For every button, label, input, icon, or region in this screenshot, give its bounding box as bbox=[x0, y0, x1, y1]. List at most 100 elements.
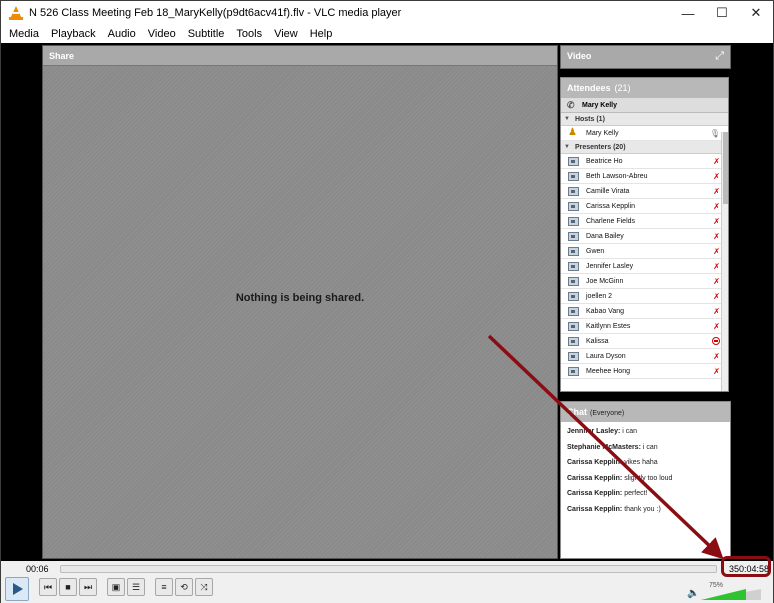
presenter-icon bbox=[568, 276, 579, 286]
presenter-row[interactable]: Dana Bailey ✗ bbox=[561, 229, 728, 244]
presenter-row[interactable]: Camille Virata ✗ bbox=[561, 184, 728, 199]
menu-subtitle[interactable]: Subtitle bbox=[182, 25, 231, 43]
volume-percent: 75% bbox=[709, 582, 724, 589]
presenter-row[interactable]: Charlene Fields ✗ bbox=[561, 214, 728, 229]
random-button[interactable]: ⤨ bbox=[195, 578, 213, 596]
mic-muted-icon: ✗ bbox=[713, 202, 720, 211]
presenter-row[interactable]: Gwen ✗ bbox=[561, 244, 728, 259]
presenter-row[interactable]: joellen 2 ✗ bbox=[561, 289, 728, 304]
menu-media[interactable]: Media bbox=[3, 25, 45, 43]
chat-sender: Carissa Kepplin: bbox=[567, 490, 623, 497]
attendee-name: Beatrice Ho bbox=[586, 157, 623, 165]
mic-muted-icon: ✗ bbox=[713, 187, 720, 196]
microphone-icon: 🎙 bbox=[709, 129, 720, 138]
mic-muted-icon: ✗ bbox=[713, 292, 720, 301]
phone-icon: ✆ bbox=[567, 100, 575, 110]
share-pod: Share Nothing is being shared. bbox=[42, 45, 558, 559]
shuffle-icon: ⤨ bbox=[200, 581, 208, 592]
vlc-cone-icon bbox=[9, 6, 23, 20]
mic-muted-icon: ✗ bbox=[713, 217, 720, 226]
mic-muted-icon: ✗ bbox=[713, 232, 720, 241]
chat-messages: Jennifer Lasley: i can Stephanie McMaster… bbox=[561, 422, 730, 521]
chat-text: i can bbox=[640, 443, 658, 451]
chat-message: Jennifer Lasley: i can bbox=[567, 428, 726, 444]
attendees-scrollbar[interactable] bbox=[721, 132, 728, 391]
menu-view[interactable]: View bbox=[268, 25, 304, 43]
attendees-label: Attendees bbox=[567, 83, 611, 93]
volume-slider[interactable] bbox=[701, 589, 761, 600]
blocked-icon bbox=[712, 337, 720, 345]
mic-muted-icon: ✗ bbox=[713, 307, 720, 316]
menu-video[interactable]: Video bbox=[142, 25, 182, 43]
minimize-button[interactable]: — bbox=[671, 1, 705, 25]
attendee-name: Laura Dyson bbox=[586, 352, 626, 360]
next-button[interactable]: ⏭ bbox=[79, 578, 97, 596]
player-controls: 00:06 350:04:58 ⏮ ■ ⏭ ▣ ☰ ≡ ⟲ ⤨ 🔈 75% bbox=[1, 561, 773, 603]
menu-help[interactable]: Help bbox=[304, 25, 339, 43]
menu-tools[interactable]: Tools bbox=[230, 25, 268, 43]
chat-text: i can bbox=[620, 428, 638, 435]
presenter-row[interactable]: Jennifer Lasley ✗ bbox=[561, 259, 728, 274]
presenter-row[interactable]: Kabao Vang ✗ bbox=[561, 304, 728, 319]
seek-bar[interactable] bbox=[60, 565, 717, 573]
chat-message: Carissa Kepplin: perfect! bbox=[567, 490, 726, 506]
presenter-row[interactable]: Joe McGinn ✗ bbox=[561, 274, 728, 289]
presenter-icon bbox=[568, 231, 579, 241]
presenter-row[interactable]: Carissa Kepplin ✗ bbox=[561, 199, 728, 214]
annotation-highlight-box bbox=[721, 556, 771, 577]
fullscreen-button[interactable]: ▣ bbox=[107, 578, 125, 596]
maximize-button[interactable]: ☐ bbox=[705, 1, 739, 25]
video-pod-title: Video bbox=[567, 51, 592, 61]
stop-button[interactable]: ■ bbox=[59, 578, 77, 596]
mic-muted-icon: ✗ bbox=[713, 277, 720, 286]
chat-sender: Carissa Kepplin: bbox=[567, 505, 623, 513]
host-row[interactable]: ♟ Mary Kelly 🎙 bbox=[561, 126, 728, 141]
presenter-row[interactable]: Meehee Hong ✗ bbox=[561, 364, 728, 379]
attendee-name: Charlene Fields bbox=[586, 217, 636, 225]
attendee-name: Kabao Vang bbox=[586, 307, 625, 315]
title-bar: N 526 Class Meeting Feb 18_MaryKelly(p9d… bbox=[1, 1, 773, 25]
chat-text: thank you :) bbox=[622, 505, 661, 513]
attendee-name: Camille Virata bbox=[586, 187, 630, 195]
attendee-name: Gwen bbox=[586, 247, 605, 255]
speaker-icon[interactable]: 🔈 bbox=[687, 588, 699, 599]
presenter-row[interactable]: Kaitlynn Estes ✗ bbox=[561, 319, 728, 334]
presenter-row[interactable]: Beth Lawson-Abreu ✗ bbox=[561, 169, 728, 184]
chat-text: slightly too loud bbox=[622, 474, 673, 482]
chat-scope: (Everyone) bbox=[590, 410, 625, 417]
presenter-icon bbox=[568, 156, 579, 166]
presenter-row[interactable]: Beatrice Ho ✗ bbox=[561, 154, 728, 169]
attendee-name: Kaitlynn Estes bbox=[586, 322, 631, 330]
chat-sender: Carissa Kepplin: bbox=[567, 459, 623, 466]
presenter-icon bbox=[568, 321, 579, 331]
playlist-button[interactable]: ≡ bbox=[155, 578, 173, 596]
extended-settings-button[interactable]: ☰ bbox=[127, 578, 145, 596]
presenter-icon bbox=[568, 261, 579, 271]
play-button[interactable] bbox=[5, 577, 29, 601]
previous-button[interactable]: ⏮ bbox=[39, 578, 57, 596]
hosts-group-label: Hosts (1) bbox=[574, 115, 605, 123]
video-area[interactable]: Share Nothing is being shared. Video ⤢ A… bbox=[1, 43, 773, 561]
mic-muted-icon: ✗ bbox=[713, 367, 720, 376]
mic-muted-icon: ✗ bbox=[713, 247, 720, 256]
loop-button[interactable]: ⟲ bbox=[175, 578, 193, 596]
presenter-row[interactable]: Kalissa bbox=[561, 334, 728, 349]
scrollbar-thumb[interactable] bbox=[723, 132, 728, 204]
current-user-row: ✆ Mary Kelly bbox=[561, 98, 728, 113]
attendee-name: Joe McGinn bbox=[586, 277, 624, 285]
menu-audio[interactable]: Audio bbox=[102, 25, 142, 43]
hosts-group: ▼ Hosts (1) bbox=[561, 113, 728, 126]
close-button[interactable]: ✕ bbox=[739, 1, 773, 25]
chat-message: Stephanie McMasters: i can bbox=[567, 444, 726, 460]
current-user-name: Mary Kelly bbox=[582, 101, 618, 109]
presenters-group: ▼ Presenters (20) bbox=[561, 141, 728, 154]
presenter-icon bbox=[568, 246, 579, 256]
menu-playback[interactable]: Playback bbox=[45, 25, 102, 43]
vlc-window: N 526 Class Meeting Feb 18_MaryKelly(p9d… bbox=[0, 0, 774, 603]
presenter-row[interactable]: Laura Dyson ✗ bbox=[561, 349, 728, 364]
chat-label: Chat bbox=[567, 407, 587, 417]
chat-pod: Chat (Everyone) Jennifer Lasley: i can Ste… bbox=[560, 401, 731, 559]
playlist-icon: ≡ bbox=[161, 582, 167, 592]
share-empty-message: Nothing is being shared. bbox=[235, 292, 365, 304]
chat-text: yikes haha bbox=[622, 459, 658, 466]
